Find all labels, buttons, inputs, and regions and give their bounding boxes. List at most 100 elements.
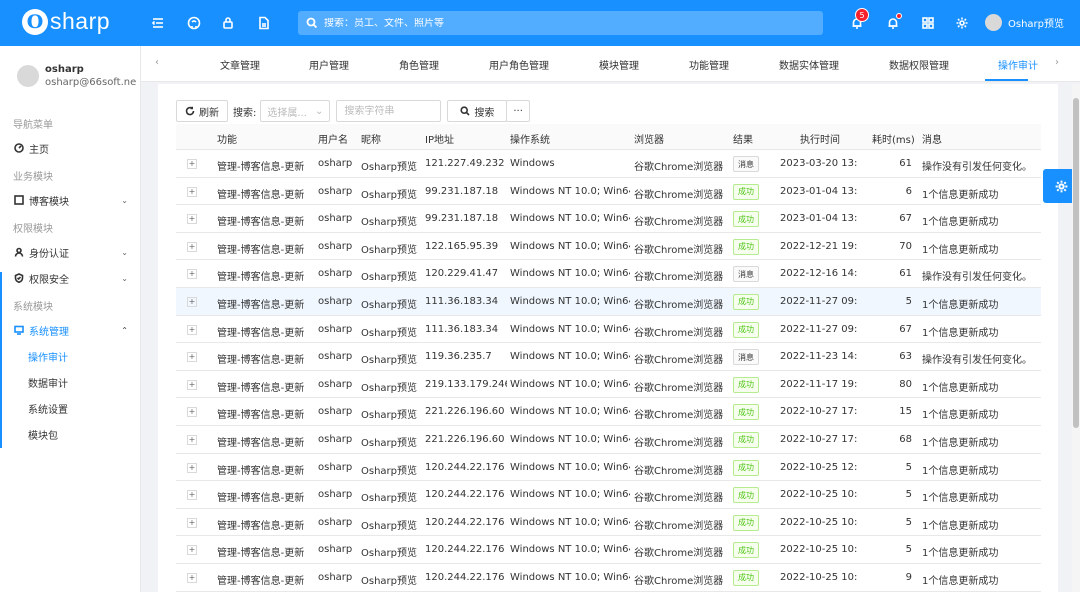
file-icon[interactable] — [256, 15, 272, 31]
cell-nickname: Osharp预览 — [361, 382, 418, 394]
github-icon[interactable] — [186, 15, 202, 31]
expand-row-icon[interactable]: + — [187, 324, 197, 335]
cell-os: Windows NT 10.0; Win64 — [510, 268, 630, 280]
status-badge: 成功 — [733, 459, 759, 476]
table-row[interactable]: + 管理-博客信息-更新 osharp Osharp预览 120.244.22.176 W… — [176, 453, 1041, 482]
cell-time: 2022-10-27 17:57 — [780, 406, 858, 418]
sidebar-item-op-audit[interactable]: 操作审计 — [0, 343, 140, 369]
grid-icon[interactable] — [920, 15, 936, 31]
col-username[interactable]: 用户名 — [318, 131, 348, 146]
expand-row-icon[interactable]: + — [187, 214, 197, 225]
logo-icon: O — [22, 8, 48, 35]
table-row[interactable]: + 管理-博客信息-更新 osharp Osharp预览 99.231.187.18 Wi… — [176, 177, 1041, 206]
col-time[interactable]: 执行时间 — [800, 131, 840, 146]
sidebar: osharp osharp@66soft.ne 导航菜单 主页 业务模块 博客模… — [0, 46, 141, 592]
cell-nickname: Osharp预览 — [361, 465, 418, 477]
sidebar-item-auth[interactable]: 身份认证 ⌄ — [0, 239, 140, 265]
table-row[interactable]: + 管理-博客信息-更新 osharp Osharp预览 111.36.183.34 Wi… — [176, 287, 1041, 316]
tab-user[interactable]: 用户管理 — [309, 57, 349, 72]
expand-row-icon[interactable]: + — [187, 379, 197, 390]
logo[interactable]: O sharp — [22, 8, 110, 35]
expand-row-icon[interactable]: + — [187, 572, 197, 583]
expand-row-icon[interactable]: + — [187, 159, 197, 169]
cell-function: 管理-博客信息-更新 — [217, 217, 305, 229]
tab-user-role[interactable]: 用户角色管理 — [489, 57, 549, 72]
sidebar-item-blog[interactable]: 博客模块 ⌄ — [0, 187, 140, 213]
sidebar-item-packs[interactable]: 模块包 — [0, 421, 140, 447]
group-nav-menu: 导航菜单 — [13, 120, 53, 131]
sidebar-profile[interactable]: osharp osharp@66soft.ne — [17, 64, 136, 88]
table-row[interactable]: + 管理-博客信息-更新 osharp Osharp预览 120.229.41.47 Wi… — [176, 260, 1041, 288]
tab-article[interactable]: 文章管理 — [220, 57, 260, 72]
table-row[interactable]: + 管理-博客信息-更新 osharp Osharp预览 122.165.95.39 Wi… — [176, 232, 1041, 261]
cell-time: 2022-11-27 09:03 — [780, 295, 858, 307]
expand-row-icon[interactable]: + — [187, 462, 197, 473]
tab-role[interactable]: 角色管理 — [399, 57, 439, 72]
cell-browser: 谷歌Chrome浏览器 — [634, 520, 724, 532]
status-badge: 成功 — [733, 542, 759, 559]
expand-row-icon[interactable]: + — [187, 186, 197, 197]
expand-row-icon[interactable]: + — [187, 352, 197, 363]
table-row[interactable]: + 管理-博客信息-更新 osharp Osharp预览 111.36.183.34 Wi… — [176, 315, 1041, 344]
cell-time: 2023-01-04 13:32 — [780, 185, 858, 197]
table-toolbar: 刷新 搜索: 选择属... ⌄ 搜索 ··· — [176, 100, 530, 122]
expand-row-icon[interactable]: + — [187, 241, 197, 252]
tab-module[interactable]: 模块管理 — [599, 57, 639, 72]
search-button[interactable]: 搜索 — [447, 100, 508, 122]
table-row[interactable]: + 管理-博客信息-更新 osharp Osharp预览 120.244.22.176 W… — [176, 481, 1041, 509]
table-row[interactable]: + 管理-博客信息-更新 osharp Osharp预览 120.244.22.176 W… — [176, 508, 1041, 537]
more-button[interactable]: ··· — [506, 100, 530, 122]
col-function[interactable]: 功能 — [217, 131, 237, 146]
sidebar-item-security[interactable]: 权限安全 ⌄ — [0, 265, 140, 291]
property-select[interactable]: 选择属... ⌄ — [260, 100, 331, 122]
col-message[interactable]: 消息 — [922, 131, 942, 146]
lock-icon[interactable] — [220, 15, 236, 31]
table-row[interactable]: + 管理-博客信息-更新 osharp Osharp预览 121.227.49.232 W… — [176, 150, 1041, 178]
expand-row-icon[interactable]: + — [187, 296, 197, 307]
tab-op-audit[interactable]: 操作审计 — [998, 57, 1038, 72]
cell-nickname: Osharp预览 — [361, 299, 418, 311]
table-row[interactable]: + 管理-博客信息-更新 osharp Osharp预览 221.226.196.60 W… — [176, 398, 1041, 426]
menu-icon[interactable] — [150, 15, 166, 31]
cell-browser: 谷歌Chrome浏览器 — [634, 465, 724, 477]
gear-icon[interactable] — [954, 15, 970, 31]
global-search[interactable] — [298, 11, 823, 35]
col-result[interactable]: 结果 — [733, 131, 753, 146]
table-row[interactable]: + 管理-博客信息-更新 osharp Osharp预览 120.244.22.176 W… — [176, 563, 1041, 592]
status-badge: 成功 — [733, 183, 759, 200]
expand-row-icon[interactable]: + — [187, 269, 197, 280]
tab-data-perm[interactable]: 数据权限管理 — [889, 57, 949, 72]
tab-scroll-right-icon[interactable]: › — [1055, 57, 1059, 68]
table-row[interactable]: + 管理-博客信息-更新 osharp Osharp预览 99.231.187.18 Wi… — [176, 205, 1041, 233]
tab-entity[interactable]: 数据实体管理 — [779, 57, 839, 72]
col-ip[interactable]: IP地址 — [425, 131, 454, 146]
tab-scroll-left-icon[interactable]: ‹ — [155, 57, 159, 68]
table-row[interactable]: + 管理-博客信息-更新 osharp Osharp预览 120.244.22.176 W… — [176, 536, 1041, 564]
sidebar-item-home[interactable]: 主页 — [0, 135, 140, 161]
table-row[interactable]: + 管理-博客信息-更新 osharp Osharp预览 219.133.179.246… — [176, 370, 1041, 399]
cell-function: 管理-博客信息-更新 — [217, 355, 305, 367]
col-browser[interactable]: 浏览器 — [634, 131, 664, 146]
cell-elapsed: 5 — [905, 516, 912, 528]
cell-username: osharp — [318, 461, 353, 473]
expand-row-icon[interactable]: + — [187, 434, 197, 445]
col-nickname[interactable]: 昵称 — [361, 131, 381, 146]
expand-row-icon[interactable]: + — [187, 407, 197, 418]
expand-row-icon[interactable]: + — [187, 545, 197, 556]
expand-row-icon[interactable]: + — [187, 517, 197, 528]
sidebar-item-data-audit[interactable]: 数据审计 — [0, 369, 140, 395]
keyword-input[interactable] — [336, 100, 442, 122]
sidebar-item-sysmgmt[interactable]: 系统管理 ⌃ — [0, 317, 140, 343]
global-search-input[interactable] — [324, 17, 804, 29]
table-row[interactable]: + 管理-博客信息-更新 osharp Osharp预览 119.36.235.7 Win… — [176, 343, 1041, 371]
refresh-button[interactable]: 刷新 — [176, 100, 228, 122]
expand-row-icon[interactable]: + — [187, 490, 197, 501]
cell-time: 2022-11-17 19:35 — [780, 378, 858, 390]
tab-function[interactable]: 功能管理 — [689, 57, 729, 72]
col-os[interactable]: 操作系统 — [510, 131, 550, 146]
user-menu[interactable]: Osharp预览 — [985, 14, 1064, 31]
page-scrollbar-thumb[interactable] — [1073, 98, 1079, 428]
sidebar-item-sys-settings[interactable]: 系统设置 — [0, 395, 140, 421]
table-row[interactable]: + 管理-博客信息-更新 osharp Osharp预览 221.226.196.60 W… — [176, 425, 1041, 454]
col-elapsed[interactable]: 耗时(ms) — [872, 131, 915, 146]
